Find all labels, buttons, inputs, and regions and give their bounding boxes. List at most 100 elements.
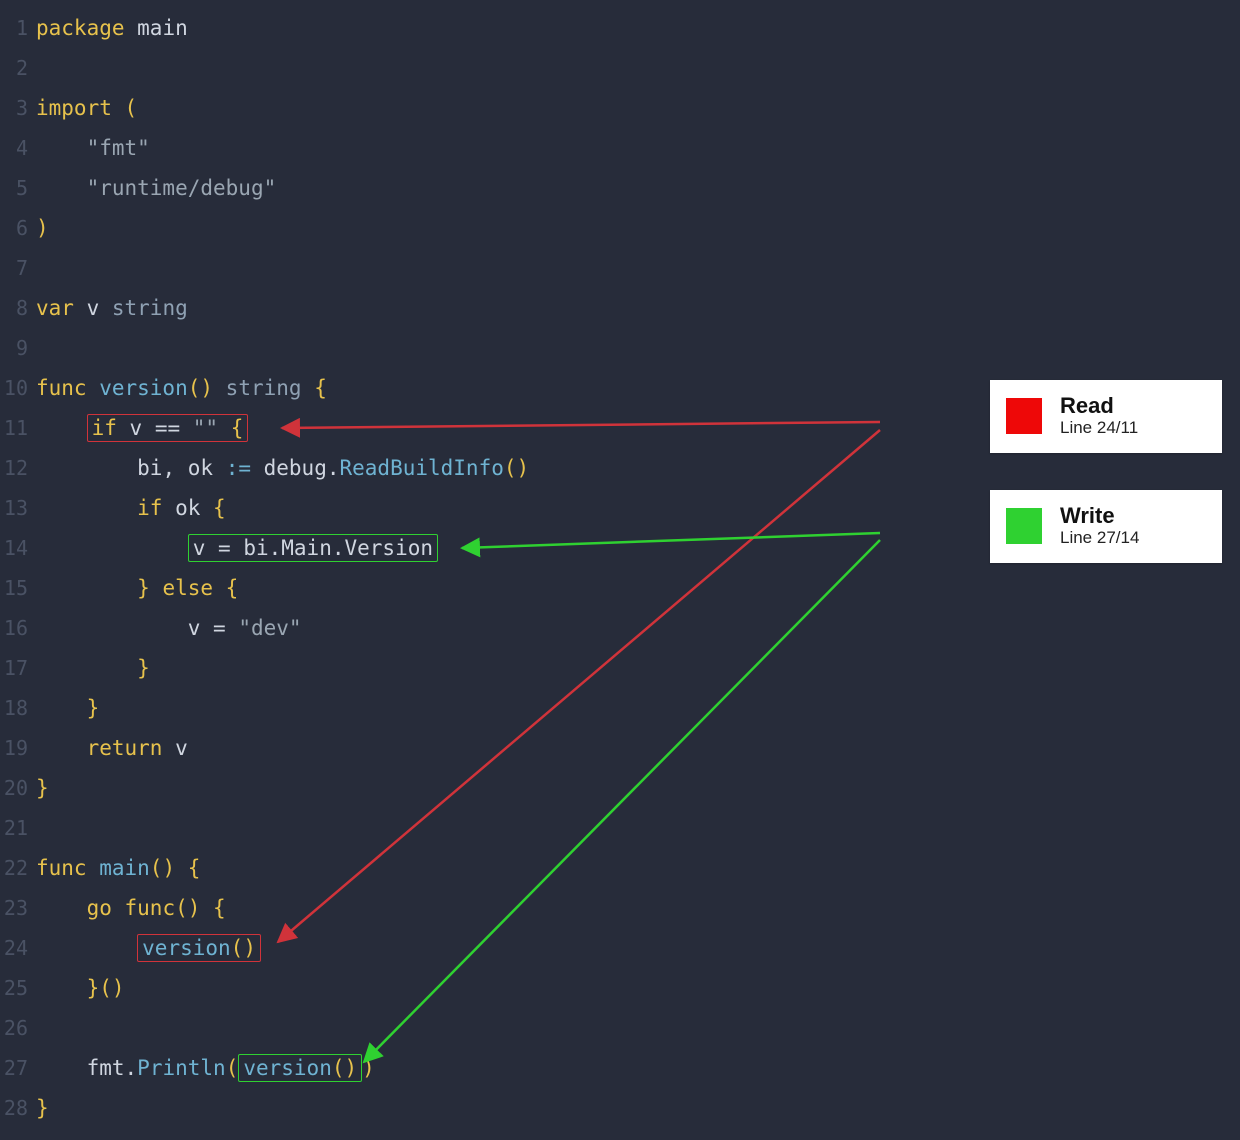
code-content[interactable]: import ( [36, 96, 137, 120]
code-line[interactable]: 19 return v [0, 728, 1240, 768]
token: v [87, 296, 112, 320]
swatch-red-icon [1006, 398, 1042, 434]
code-content[interactable]: v = "dev" [36, 616, 302, 640]
token: () [188, 376, 226, 400]
token [36, 496, 137, 520]
code-line[interactable]: 1package main [0, 8, 1240, 48]
token: := [226, 456, 264, 480]
code-content[interactable]: } [36, 656, 150, 680]
line-number: 21 [0, 816, 36, 840]
code-line[interactable]: 21 [0, 808, 1240, 848]
token: if [137, 496, 175, 520]
token: . [269, 536, 282, 560]
code-content[interactable]: func main() { [36, 856, 200, 880]
code-line[interactable]: 4 "fmt" [0, 128, 1240, 168]
token: ok [175, 496, 213, 520]
token: func [125, 896, 176, 920]
line-number: 23 [0, 896, 36, 920]
code-content[interactable]: fmt.Println(version()) [36, 1054, 375, 1082]
code-line[interactable]: 16 v = "dev" [0, 608, 1240, 648]
highlight-write: v = bi.Main.Version [188, 534, 438, 562]
code-content[interactable]: version() [36, 934, 261, 962]
token: { [213, 896, 226, 920]
code-line[interactable]: 5 "runtime/debug" [0, 168, 1240, 208]
code-content[interactable]: package main [36, 16, 188, 40]
code-content[interactable]: return v [36, 736, 188, 760]
code-line[interactable]: 8var v string [0, 288, 1240, 328]
code-content[interactable]: } [36, 696, 99, 720]
callout-write-title: Write [1060, 504, 1139, 528]
token: } [137, 656, 150, 680]
code-content[interactable]: var v string [36, 296, 188, 320]
code-line[interactable]: 27 fmt.Println(version()) [0, 1048, 1240, 1088]
code-content[interactable]: }() [36, 976, 125, 1000]
line-number: 4 [0, 136, 36, 160]
code-content[interactable]: } [36, 1096, 49, 1120]
code-content[interactable]: "runtime/debug" [36, 176, 276, 200]
token: } [36, 1096, 49, 1120]
token: bi [243, 536, 268, 560]
token: , [162, 456, 187, 480]
token: "dev" [238, 616, 301, 640]
token: fmt [87, 1056, 125, 1080]
token [36, 616, 188, 640]
code-line[interactable]: 23 go func() { [0, 888, 1240, 928]
code-content[interactable]: if v == "" { [36, 414, 248, 442]
token: debug [264, 456, 327, 480]
code-content[interactable]: v = bi.Main.Version [36, 534, 438, 562]
code-line[interactable]: 3import ( [0, 88, 1240, 128]
line-number: 3 [0, 96, 36, 120]
token: "" [193, 416, 231, 440]
code-content[interactable]: "fmt" [36, 136, 150, 160]
code-line[interactable]: 6) [0, 208, 1240, 248]
token: }() [87, 976, 125, 1000]
token [36, 456, 137, 480]
token [36, 976, 87, 1000]
token: "runtime/debug" [87, 176, 277, 200]
code-content[interactable]: go func() { [36, 896, 226, 920]
token: Println [137, 1056, 226, 1080]
token [36, 896, 87, 920]
token: ( [125, 96, 138, 120]
code-line[interactable]: 25 }() [0, 968, 1240, 1008]
code-content[interactable]: } [36, 776, 49, 800]
token: { [231, 416, 244, 440]
code-content[interactable]: ) [36, 216, 49, 240]
code-line[interactable]: 20} [0, 768, 1240, 808]
code-line[interactable]: 7 [0, 248, 1240, 288]
token: version [99, 376, 188, 400]
code-editor[interactable]: 1package main23import (4 "fmt"5 "runtime… [0, 0, 1240, 1128]
line-number: 18 [0, 696, 36, 720]
code-line[interactable]: 28} [0, 1088, 1240, 1128]
token: () [504, 456, 529, 480]
code-line[interactable]: 26 [0, 1008, 1240, 1048]
code-content[interactable]: } else { [36, 576, 238, 600]
line-number: 22 [0, 856, 36, 880]
line-number: 1 [0, 16, 36, 40]
token [36, 656, 137, 680]
token: . [332, 536, 345, 560]
highlight-write: version() [238, 1054, 362, 1082]
code-line[interactable]: 12 bi, ok := debug.ReadBuildInfo() [0, 448, 1240, 488]
code-line[interactable]: 17 } [0, 648, 1240, 688]
code-line[interactable]: 18 } [0, 688, 1240, 728]
code-line[interactable]: 15 } else { [0, 568, 1240, 608]
code-line[interactable]: 22func main() { [0, 848, 1240, 888]
token: . [125, 1056, 138, 1080]
token [36, 136, 87, 160]
code-line[interactable]: 24 version() [0, 928, 1240, 968]
line-number: 16 [0, 616, 36, 640]
token: v [188, 616, 213, 640]
token: func [36, 376, 99, 400]
code-line[interactable]: 2 [0, 48, 1240, 88]
code-content[interactable]: bi, ok := debug.ReadBuildInfo() [36, 456, 529, 480]
code-content[interactable]: if ok { [36, 496, 226, 520]
code-line[interactable]: 9 [0, 328, 1240, 368]
line-number: 7 [0, 256, 36, 280]
code-content[interactable]: func version() string { [36, 376, 327, 400]
token [36, 176, 87, 200]
token: . [327, 456, 340, 480]
token: string [226, 376, 315, 400]
callout-read: Read Line 24/11 [990, 380, 1222, 453]
token: version [243, 1056, 332, 1080]
